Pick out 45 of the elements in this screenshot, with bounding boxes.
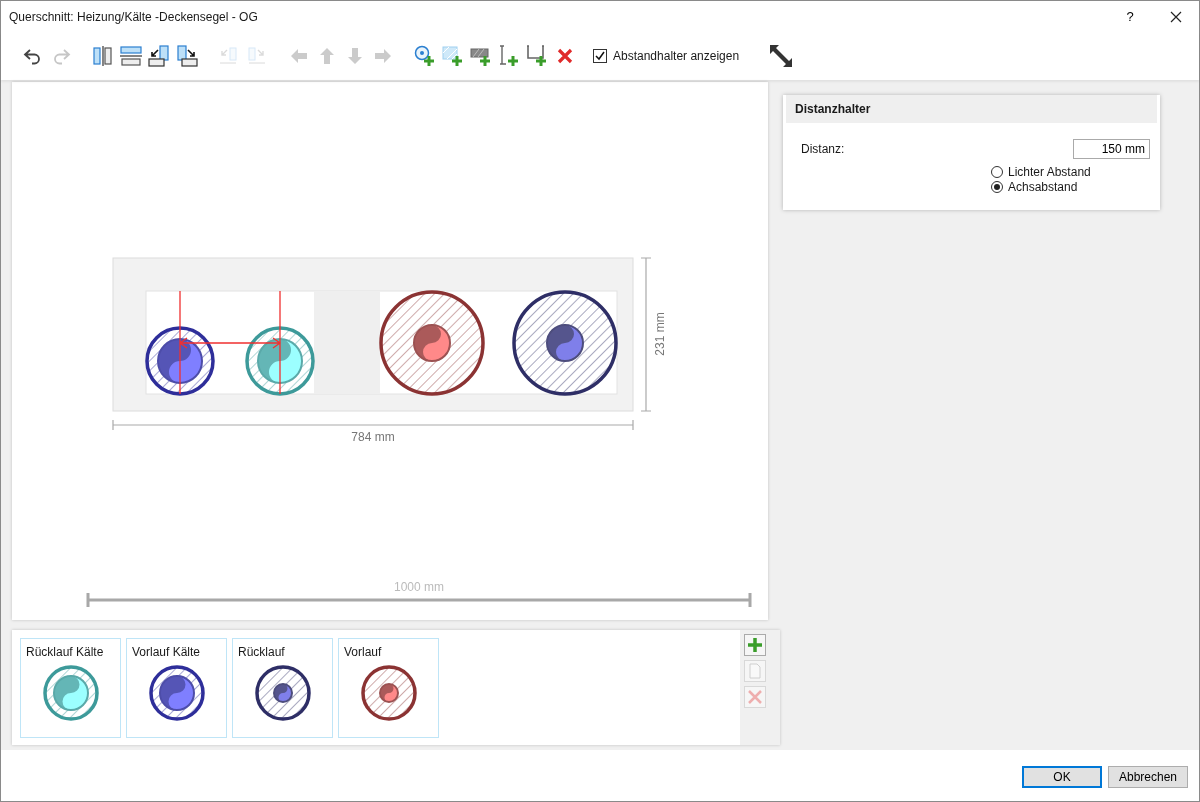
distance-field[interactable]: 150 mm (1073, 139, 1150, 159)
panel-title: Distanzhalter (786, 95, 1157, 123)
dimension-label: 784 mm (351, 430, 395, 444)
window-title: Querschnitt: Heizung/Kälte -Deckensegel - OG (9, 9, 259, 24)
pipe-drawing (360, 665, 417, 721)
circle-plus-icon (414, 45, 436, 67)
ok-button[interactable]: OK (1022, 765, 1102, 788)
add-button[interactable] (744, 634, 766, 656)
dimension-label: 1000 mm (394, 580, 444, 594)
checkbox[interactable] (593, 49, 607, 63)
insert-icon (176, 45, 198, 67)
insert-icon (148, 45, 170, 67)
delete-icon (746, 688, 764, 706)
pipe-type-card[interactable]: Vorlauf Kälte (126, 638, 227, 738)
pipe-drawing (42, 665, 99, 721)
block-plus-icon (470, 45, 492, 67)
bracket-plus-icon (526, 45, 548, 67)
pipe-drawing (148, 665, 205, 721)
close-icon (1170, 10, 1182, 23)
radio-label: Lichter Abstand (1008, 165, 1091, 179)
help-button[interactable]: ? (1107, 1, 1153, 32)
pipe-type-label: Vorlauf (344, 645, 382, 659)
extract-icon (246, 45, 268, 67)
columns-icon (92, 45, 114, 67)
plus-icon (746, 636, 764, 654)
cancel-button[interactable]: Abbrechen (1108, 765, 1188, 788)
pipe-type-label: Vorlauf Kälte (132, 645, 201, 659)
pipe-type-card[interactable]: Rücklauf Kälte (20, 638, 121, 738)
radio-label: Achsabstand (1008, 180, 1078, 194)
pipe-drawing (245, 326, 315, 396)
pipe-drawing (254, 665, 311, 721)
field-label: Distanz: (801, 142, 845, 156)
hatched-plus-icon (442, 45, 464, 67)
diagonal-arrows-icon (769, 44, 794, 68)
pipe-type-card[interactable]: Vorlauf (338, 638, 439, 738)
pipe-type-label: Rücklauf Kälte (26, 645, 104, 659)
checkbox-label: Abstandhalter anzeigen (613, 49, 740, 63)
dimension-label: 231 mm (653, 312, 667, 356)
dimension-plus-icon (498, 45, 520, 67)
rows-icon (120, 45, 142, 67)
pipe-type-card[interactable]: Rücklauf (232, 638, 333, 738)
document-icon (746, 662, 764, 680)
pipe-drawing (145, 326, 215, 396)
pipe-type-label: Rücklauf (238, 645, 285, 659)
extract-icon (218, 45, 240, 67)
